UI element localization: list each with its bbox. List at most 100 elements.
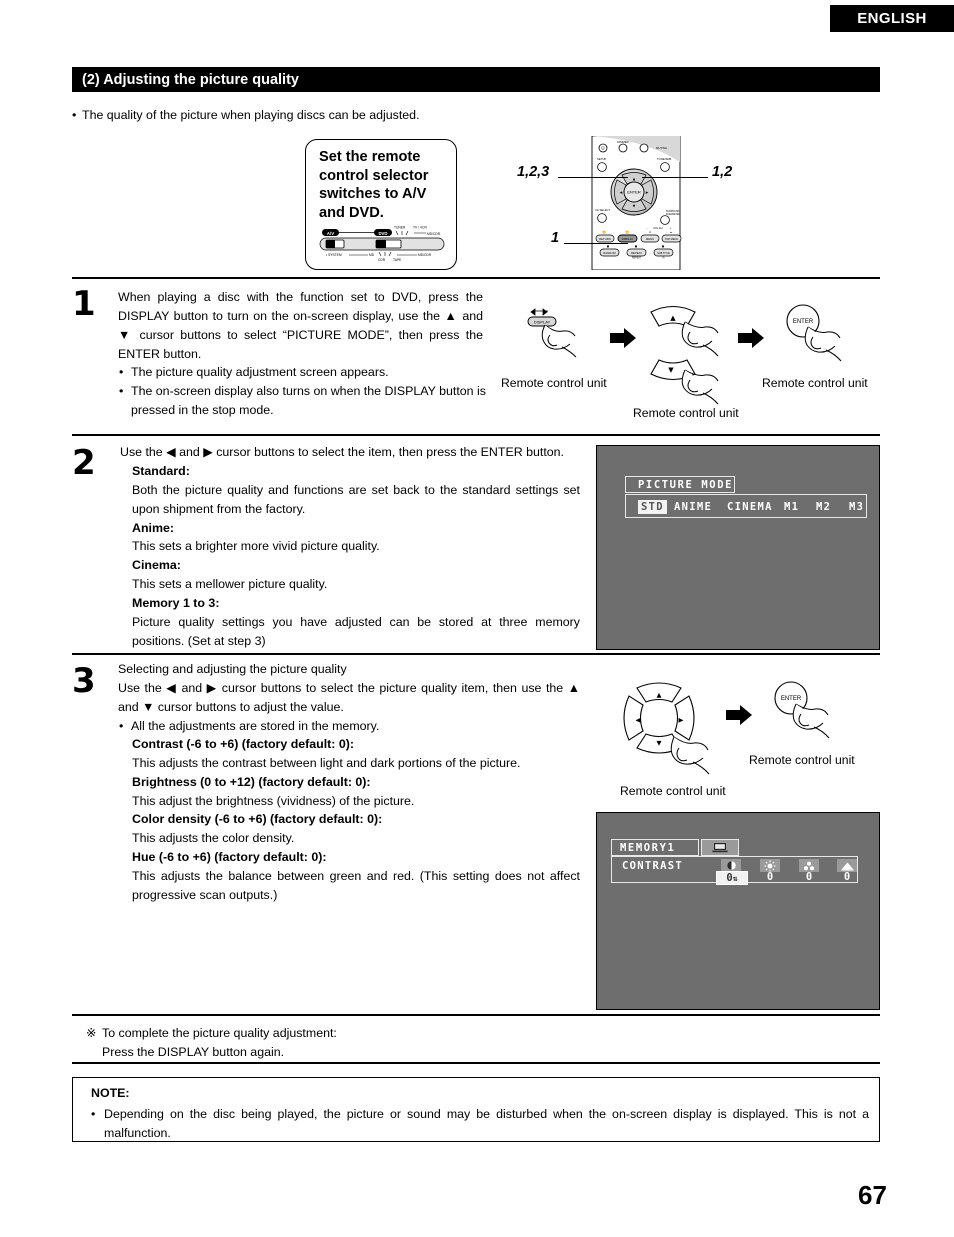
enter-button-hand-illustration: ENTER	[786, 304, 842, 362]
svg-text:TAPE: TAPE	[393, 258, 402, 262]
leader-line-12	[642, 177, 708, 179]
svg-text:▼: ▼	[668, 366, 674, 374]
hue-value[interactable]: 0	[834, 871, 860, 883]
arrow-right-icon-2	[738, 328, 764, 348]
contrast-value[interactable]: 0⇅	[716, 871, 748, 885]
svg-text:▲: ▲	[670, 314, 676, 322]
svg-text:ENTER: ENTER	[627, 190, 641, 195]
step2-item-3-title: Memory 1 to 3:	[132, 595, 220, 610]
callout-label-1: 1	[551, 230, 560, 246]
svg-text:DVD: DVD	[378, 231, 387, 236]
cursor-pad-hand-illustration: ▲ ◀ ▶ ▼	[623, 682, 710, 775]
display-button-hand-illustration: DISPLAY	[527, 308, 577, 358]
arrow-right-icon-3	[726, 705, 752, 725]
svg-text:RETURN: RETURN	[599, 237, 611, 241]
step3-item-1-desc: This adjust the brightness (vividness) o…	[132, 793, 415, 808]
step-number-1: 1	[72, 284, 96, 324]
arrow-right-icon-1	[610, 328, 636, 348]
intro-text: The quality of the picture when playing …	[82, 108, 420, 122]
svg-text:▲: ▲	[633, 177, 636, 181]
section-title-bar: (2) Adjusting the picture quality	[72, 67, 880, 92]
bullet-glyph: •	[72, 108, 77, 122]
complete-note: ※ To complete the picture quality adjust…	[86, 1024, 686, 1061]
intro-line: • The quality of the picture when playing…	[72, 107, 672, 125]
osd-option-m3[interactable]: M3	[849, 501, 864, 513]
svg-text:ENTER: ENTER	[793, 319, 814, 325]
svg-text:MENU: MENU	[646, 237, 654, 241]
svg-text:TOP MENU: TOP MENU	[665, 237, 679, 241]
step2-item-0-title: Standard:	[132, 464, 190, 478]
step2-item-0-desc: Both the picture quality and functions a…	[132, 482, 580, 516]
star-note-line1: To complete the picture quality adjustme…	[102, 1026, 337, 1040]
svg-text:VOL CH: VOL CH	[653, 226, 663, 230]
page-number: 67	[858, 1180, 887, 1210]
remote-selector-switch-diagram: A/V DVD TUNER TV / VCR MD/CDR • SYSTEM M…	[319, 226, 445, 262]
callout-label-12: 1,2	[712, 164, 733, 180]
osd-picture-mode-screen: PICTURE MODE STD ANIME CINEMA M1 M2 M3	[596, 445, 880, 650]
svg-text:⏪: ⏪	[602, 230, 605, 234]
svg-text:CDR: CDR	[378, 258, 386, 262]
svg-text:TV / VCR: TV / VCR	[413, 226, 428, 230]
callout-text: Set the remote control selector switches…	[319, 149, 429, 222]
step3-caption-2: Remote control unit	[749, 753, 855, 767]
svg-text:▼: ▼	[633, 204, 636, 208]
osd-option-cinema[interactable]: CINEMA	[727, 501, 773, 513]
svg-text:SURROUND: SURROUND	[666, 211, 680, 213]
step3-lead2: Use the ◀ and ▶ cursor buttons to select…	[118, 681, 580, 714]
step-number-3: 3	[72, 661, 96, 701]
osd-option-anime[interactable]: ANIME	[674, 501, 712, 513]
enter-button-hand-illustration-2: ENTER	[774, 681, 830, 739]
step3-item-3-desc: This adjusts the balance between green a…	[132, 868, 580, 902]
step3-items: Contrast (-6 to +6) (factory default: 0)…	[132, 735, 580, 905]
osd-memory-title: MEMORY1	[611, 839, 699, 856]
osd-option-std[interactable]: STD	[638, 500, 667, 514]
step3-lead1: Selecting and adjusting the picture qual…	[118, 662, 347, 676]
step-number-2: 2	[72, 443, 96, 483]
step1-bullet-1: The picture quality adjustment screen ap…	[118, 363, 498, 382]
step2-lead: Use the ◀ and ▶ cursor buttons to select…	[120, 445, 564, 459]
step3-bullet: All the adjustments are stored in the me…	[118, 717, 580, 736]
color-density-value[interactable]: 0	[796, 871, 822, 883]
svg-text:▲: ▲	[657, 691, 662, 699]
svg-text:SETUP: SETUP	[597, 157, 606, 161]
osd-option-m2[interactable]: M2	[816, 501, 831, 513]
step3-item-2-title: Color density (-6 to +6) (factory defaul…	[132, 812, 383, 827]
remote-selector-callout: Set the remote control selector switches…	[305, 139, 457, 270]
osd-option-m1[interactable]: M1	[784, 501, 799, 513]
svg-text:REPEAT: REPEAT	[632, 257, 642, 260]
divider-step3	[72, 1014, 880, 1017]
section-title: (2) Adjusting the picture quality	[82, 71, 299, 88]
svg-text:MUTING: MUTING	[656, 146, 667, 150]
divider-starnote	[72, 1062, 880, 1065]
svg-text:RANDOM: RANDOM	[603, 251, 616, 255]
brightness-value[interactable]: 0	[757, 871, 783, 883]
svg-text:MD/CDR: MD/CDR	[418, 253, 432, 257]
step2-item-2-desc: This sets a mellower picture quality.	[132, 577, 328, 592]
note-body-wrap: Depending on the disc being played, the …	[91, 1105, 869, 1142]
osd-memory-screen: MEMORY1 CONTRAST 0⇅ 0 0 0	[596, 812, 880, 1010]
osd-picture-mode-options-row: STD ANIME CINEMA M1 M2 M3	[625, 494, 867, 518]
svg-text:⏩: ⏩	[625, 230, 628, 234]
leader-line-1	[564, 243, 628, 245]
svg-text:▶: ▶	[679, 716, 684, 724]
step1-paragraph: When playing a disc with the function se…	[118, 290, 483, 361]
leader-line-123	[558, 177, 628, 179]
svg-text:REPEAT: REPEAT	[631, 251, 642, 255]
divider-step2	[72, 653, 880, 656]
step2-item-1-title: Anime:	[132, 520, 174, 535]
step1-caption-1: Remote control unit	[501, 376, 607, 390]
svg-text:• SYSTEM: • SYSTEM	[326, 253, 342, 257]
svg-text:▼: ▼	[657, 739, 662, 747]
divider-step1	[72, 434, 880, 437]
step3-bullet-wrap: All the adjustments are stored in the me…	[118, 717, 580, 736]
step3-item-0-desc: This adjusts the contrast between light …	[132, 755, 521, 770]
svg-text:TONE/SDB: TONE/SDB	[657, 157, 671, 161]
svg-text:◀: ◀	[620, 191, 623, 195]
step3-item-2-desc: This adjusts the color density.	[132, 831, 295, 846]
step3-item-0-title: Contrast (-6 to +6) (factory default: 0)…	[132, 737, 355, 751]
svg-text:A/V: A/V	[327, 231, 334, 236]
svg-text:DISPLAY: DISPLAY	[622, 237, 634, 241]
svg-text:ENTER: ENTER	[781, 696, 802, 702]
step3-caption-1: Remote control unit	[620, 784, 726, 798]
tv-screen-icon	[701, 839, 739, 856]
